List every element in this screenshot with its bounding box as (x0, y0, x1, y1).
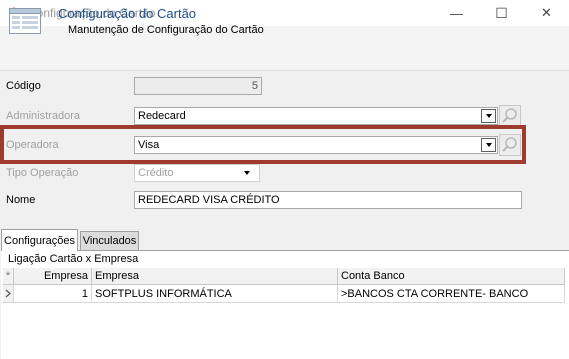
maximize-button[interactable]: ☐ (479, 0, 524, 26)
tab-configuracoes[interactable]: Configurações (1, 229, 78, 251)
nome-label: Nome (6, 194, 36, 206)
close-button[interactable]: ✕ (524, 0, 569, 26)
cell-empresa-id[interactable]: 1 (14, 285, 92, 303)
column-header-empresa[interactable]: Empresa (92, 268, 338, 285)
cell-conta-banco[interactable]: >BANCOS CTA CORRENTE- BANCO (338, 285, 565, 303)
chevron-down-icon (485, 143, 492, 147)
column-header-empresa-id[interactable]: Empresa (14, 268, 92, 285)
chevron-down-icon (485, 114, 492, 118)
row-pointer-icon (3, 285, 14, 303)
administradora-value: Redecard (138, 110, 186, 122)
search-icon (502, 108, 517, 123)
chevron-down-icon (244, 171, 250, 175)
grid-caption: Ligação Cartão x Empresa (8, 253, 139, 265)
operadora-search-button[interactable] (499, 134, 521, 156)
administradora-search-button[interactable] (499, 105, 521, 127)
nome-input[interactable]: REDECARD VISA CRÉDITO (134, 191, 522, 209)
codigo-label: Código (6, 80, 41, 92)
tipo-operacao-value: Crédito (138, 167, 174, 179)
column-header-conta-banco[interactable]: Conta Banco (338, 268, 565, 285)
tipo-operacao-select[interactable]: Crédito (134, 164, 260, 182)
asterisk-icon: * (3, 268, 14, 285)
operadora-select[interactable]: Visa (134, 136, 498, 154)
tipo-operacao-label: Tipo Operação (6, 167, 79, 179)
operadora-label: Operadora (6, 139, 59, 151)
minimize-button[interactable]: — (434, 0, 479, 26)
page-title: Configuração do Cartão (58, 6, 197, 21)
administradora-label: Administradora (6, 110, 80, 122)
administradora-dropdown-button[interactable] (481, 109, 496, 123)
tab-vinculados[interactable]: Vinculados (80, 231, 139, 251)
form-icon (9, 8, 41, 34)
empresa-grid: * Empresa Empresa Conta Banco 1 SOFTPLUS… (3, 268, 565, 358)
operadora-value: Visa (138, 139, 160, 151)
operadora-dropdown-button[interactable] (481, 138, 496, 152)
cell-empresa[interactable]: SOFTPLUS INFORMÁTICA (92, 285, 338, 303)
search-icon (502, 137, 517, 152)
page-subtitle: Manutenção de Configuração do Cartão (68, 24, 264, 36)
codigo-field: 5 (134, 77, 262, 95)
administradora-select[interactable]: Redecard (134, 107, 498, 125)
